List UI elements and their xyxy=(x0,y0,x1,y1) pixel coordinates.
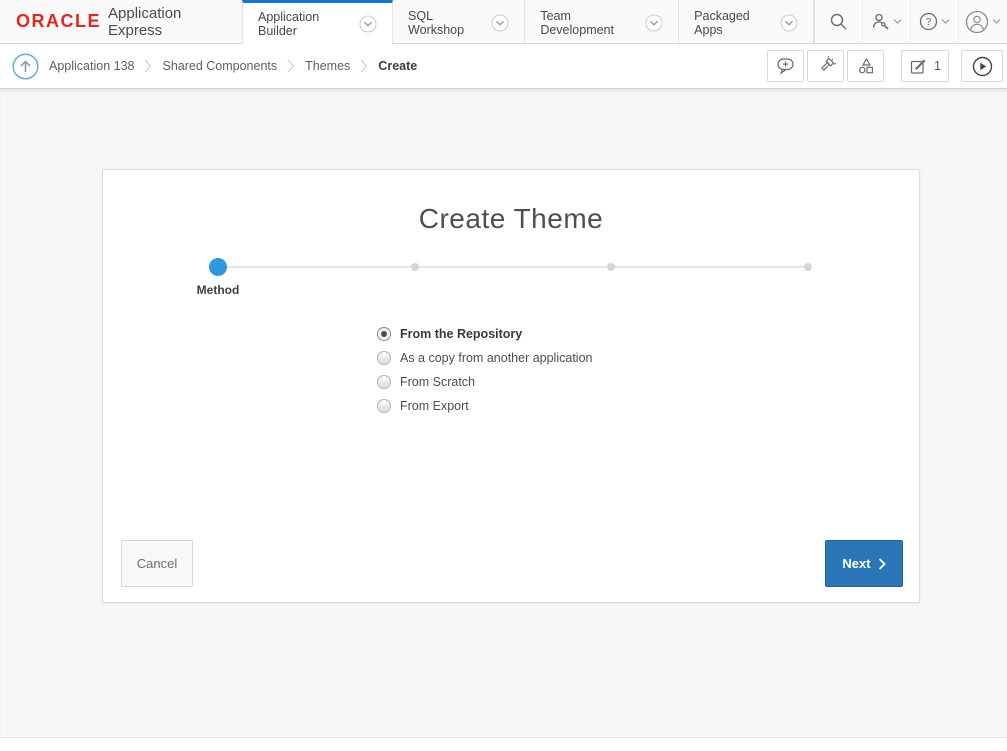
next-button-label: Next xyxy=(842,556,870,571)
tab-sql-workshop[interactable]: SQL Workshop xyxy=(393,0,525,45)
radio-option-label: From the Repository xyxy=(400,327,522,341)
feedback-bubble-plus-icon xyxy=(776,56,796,76)
radio-option-copy-from-application[interactable]: As a copy from another application xyxy=(377,346,592,370)
run-page-button[interactable] xyxy=(961,50,1003,82)
footer-copyright: Copyright © 1999, 2015, Oracle. All righ… xyxy=(0,743,1007,751)
progress-step-dot-method xyxy=(209,258,227,276)
radio-option-label: From Scratch xyxy=(400,375,475,389)
radio-button-icon[interactable] xyxy=(377,399,391,413)
tab-application-builder[interactable]: Application Builder xyxy=(242,0,393,45)
breadcrumb-shared-components[interactable]: Shared Components xyxy=(162,59,277,73)
edit-page-button[interactable]: 1 xyxy=(901,50,949,82)
advisor-button[interactable] xyxy=(807,50,844,82)
radio-button-icon[interactable] xyxy=(377,351,391,365)
chevron-down-circle-icon[interactable] xyxy=(780,14,798,32)
breadcrumb-bar: Application 138 Shared Components Themes… xyxy=(0,44,1007,89)
radio-option-from-repository[interactable]: From the Repository xyxy=(377,322,592,346)
tab-label: Team Development xyxy=(540,9,636,37)
help-icon: ? xyxy=(919,12,938,31)
chevron-down-icon xyxy=(941,18,950,25)
search-button[interactable] xyxy=(815,0,863,43)
progress-step-dot-4 xyxy=(804,263,812,271)
top-navigation-bar: ORACLE Application Express Application B… xyxy=(0,0,1007,44)
apex-product-text: Application Express xyxy=(108,5,224,39)
radio-option-from-export[interactable]: From Export xyxy=(377,394,592,418)
page-footer: tim tim en Copyright © 1999, 2015, Oracl… xyxy=(0,737,1007,751)
tab-team-development[interactable]: Team Development xyxy=(525,0,679,45)
feedback-button[interactable] xyxy=(767,50,804,82)
breadcrumb-application-138[interactable]: Application 138 xyxy=(49,59,134,73)
admin-user-wrench-icon xyxy=(871,12,890,31)
breadcrumb-separator-icon xyxy=(287,59,295,73)
next-button[interactable]: Next xyxy=(825,540,903,587)
administration-menu-button[interactable] xyxy=(863,0,911,43)
wizard-title: Create Theme xyxy=(103,203,919,235)
tab-label: Application Builder xyxy=(258,10,350,38)
edit-pencil-icon xyxy=(909,57,928,76)
progress-step-dot-3 xyxy=(607,263,615,271)
top-utility-icons: ? xyxy=(814,0,1007,43)
chevron-down-circle-icon[interactable] xyxy=(491,14,509,32)
shared-components-button[interactable] xyxy=(847,50,884,82)
breadcrumb-create: Create xyxy=(378,59,417,73)
progress-step-dot-2 xyxy=(411,263,419,271)
chevron-right-icon xyxy=(878,558,886,570)
oracle-apex-logo[interactable]: ORACLE Application Express xyxy=(0,0,242,43)
shapes-icon xyxy=(856,56,876,76)
flashlight-icon xyxy=(816,56,836,76)
breadcrumb-themes[interactable]: Themes xyxy=(305,59,350,73)
chevron-down-icon xyxy=(992,18,1001,25)
edit-page-number: 1 xyxy=(934,59,941,73)
help-menu-button[interactable]: ? xyxy=(911,0,959,43)
play-circle-icon xyxy=(972,56,993,77)
page-content-region: Create Theme Method From the Repository … xyxy=(0,90,1007,751)
create-theme-wizard-card: Create Theme Method From the Repository … xyxy=(102,169,920,603)
radio-option-label: As a copy from another application xyxy=(400,351,592,365)
radio-button-icon[interactable] xyxy=(377,327,391,341)
radio-button-icon[interactable] xyxy=(377,375,391,389)
method-radio-group: From the Repository As a copy from anoth… xyxy=(377,322,592,418)
tab-label: SQL Workshop xyxy=(408,9,482,37)
chevron-down-circle-icon[interactable] xyxy=(645,14,663,32)
page-action-buttons: 1 xyxy=(764,50,1007,82)
cancel-button-label: Cancel xyxy=(137,556,177,571)
breadcrumb-separator-icon xyxy=(144,59,152,73)
up-arrow-circle-icon xyxy=(12,53,39,80)
chevron-down-icon xyxy=(893,18,902,25)
search-icon xyxy=(829,12,848,31)
tab-label: Packaged Apps xyxy=(694,9,771,37)
navigate-up-button[interactable] xyxy=(12,53,39,80)
chevron-down-circle-icon[interactable] xyxy=(359,15,377,33)
oracle-brand-text: ORACLE xyxy=(16,11,101,32)
radio-option-label: From Export xyxy=(400,399,469,413)
main-tabs: Application Builder SQL Workshop Team De… xyxy=(242,0,814,43)
progress-step-label: Method xyxy=(197,283,240,297)
radio-option-from-scratch[interactable]: From Scratch xyxy=(377,370,592,394)
account-menu-button[interactable] xyxy=(959,0,1007,43)
svg-text:?: ? xyxy=(926,17,932,28)
breadcrumb: Application 138 Shared Components Themes… xyxy=(49,59,417,73)
user-account-icon xyxy=(965,10,989,34)
progress-line xyxy=(218,266,808,268)
breadcrumb-separator-icon xyxy=(360,59,368,73)
tab-packaged-apps[interactable]: Packaged Apps xyxy=(679,0,814,45)
cancel-button[interactable]: Cancel xyxy=(121,540,193,587)
